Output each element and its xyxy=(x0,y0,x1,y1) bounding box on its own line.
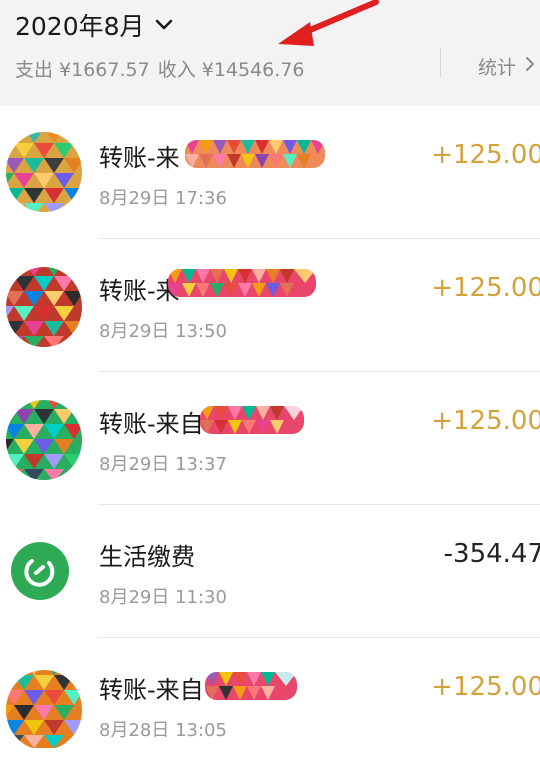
utility-payment-icon xyxy=(11,542,69,600)
transaction-title: 转账-来 xyxy=(99,144,180,172)
month-label: 2020年8月 xyxy=(15,12,145,41)
transaction-amount: -354.47 xyxy=(443,539,540,569)
stats-label: 统计 xyxy=(478,56,517,79)
pixelated-avatar-icon xyxy=(6,267,82,347)
expense-summary: 支出 ¥1667.57 xyxy=(15,58,150,81)
transaction-amount: +125.00 xyxy=(431,406,540,436)
chevron-down-icon xyxy=(155,16,173,34)
transaction-row[interactable]: 转账-来自 8月29日 13:37 +125.00 xyxy=(0,372,540,505)
redacted-name-mosaic xyxy=(168,269,316,297)
transaction-title: 转账-来自 xyxy=(99,410,204,438)
transaction-amount: +125.00 xyxy=(431,140,540,170)
transaction-row[interactable]: 转账-来 8月29日 17:36 +125.00 xyxy=(0,106,540,239)
month-header: 2020年8月 支出 ¥1667.57 收入 ¥14546.76 统计 xyxy=(0,0,540,106)
redacted-name-mosaic xyxy=(185,140,325,168)
transaction-title: 转账-来自 xyxy=(99,676,204,704)
income-summary: 收入 ¥14546.76 xyxy=(157,58,305,81)
redacted-name-mosaic xyxy=(200,406,304,434)
transaction-time: 8月29日 11:30 xyxy=(99,587,227,608)
pixelated-avatar-icon xyxy=(6,132,82,212)
transaction-list: 转账-来 8月29日 17:36 +125.00 转账-来 8月29日 13:5… xyxy=(0,106,540,771)
transaction-row[interactable]: 转账-来自 8月28日 13:05 +125.00 xyxy=(0,638,540,771)
header-divider xyxy=(440,48,441,78)
pixelated-avatar-icon xyxy=(6,670,82,748)
transaction-time: 8月29日 13:37 xyxy=(99,454,227,475)
transaction-time: 8月29日 17:36 xyxy=(99,188,227,209)
transaction-title: 生活缴费 xyxy=(99,543,195,571)
pixelated-avatar-icon xyxy=(6,400,82,480)
transaction-amount: +125.00 xyxy=(431,672,540,702)
stats-button[interactable]: 统计 xyxy=(478,52,536,80)
transaction-row[interactable]: 生活缴费 8月29日 11:30 -354.47 xyxy=(0,505,540,638)
redacted-name-mosaic xyxy=(205,672,297,700)
transaction-amount: +125.00 xyxy=(431,273,540,303)
transaction-time: 8月29日 13:50 xyxy=(99,321,227,342)
month-picker[interactable]: 2020年8月 xyxy=(15,8,173,42)
transaction-time: 8月28日 13:05 xyxy=(99,720,227,741)
month-summary: 支出 ¥1667.57 收入 ¥14546.76 xyxy=(15,54,305,82)
chevron-right-icon xyxy=(524,55,536,78)
annotation-arrow-icon xyxy=(278,0,379,46)
transaction-row[interactable]: 转账-来 8月29日 13:50 +125.00 xyxy=(0,239,540,372)
